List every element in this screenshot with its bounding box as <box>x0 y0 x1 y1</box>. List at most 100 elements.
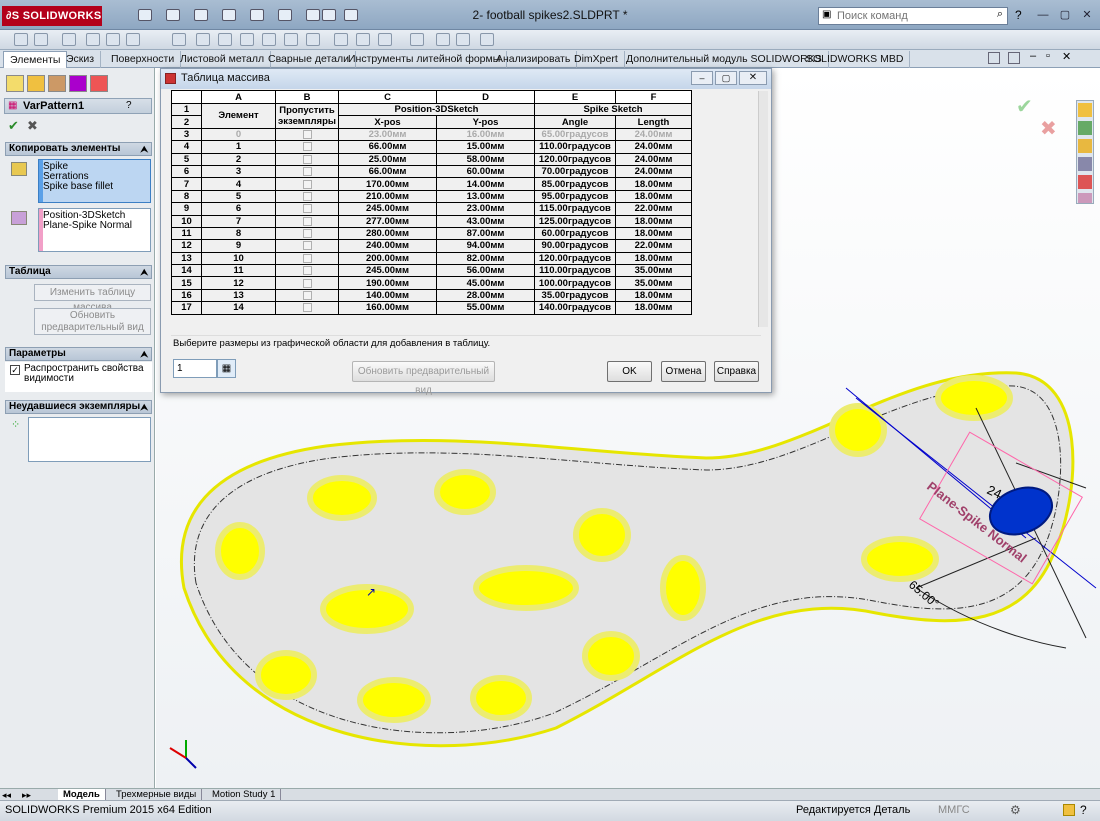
curves-icon[interactable] <box>356 33 370 46</box>
skip-instance-cell[interactable] <box>274 239 340 253</box>
collapse-chevron-icon[interactable]: ⮝ <box>140 143 148 155</box>
confirm-check-icon[interactable]: ✔ <box>1016 94 1033 119</box>
collapse-chevron-icon[interactable]: ⮝ <box>140 348 148 360</box>
length-cell[interactable]: 24.00мм <box>615 140 693 154</box>
display-manager-tab-icon[interactable] <box>90 75 108 92</box>
x-pos-cell[interactable]: 210.00мм <box>338 189 438 204</box>
element-cell[interactable]: 2 <box>201 152 276 166</box>
doc-close-icon[interactable]: ✕ <box>1062 50 1071 63</box>
x-pos-cell[interactable]: 245.00мм <box>338 202 438 216</box>
element-cell[interactable]: 5 <box>201 189 276 204</box>
help-icon[interactable]: ? <box>1080 803 1087 817</box>
length-cell[interactable]: 18.00мм <box>615 214 693 228</box>
column-header[interactable]: D <box>436 90 536 104</box>
skip-checkbox[interactable] <box>302 191 312 201</box>
x-pos-cell[interactable]: 66.00мм <box>338 164 438 179</box>
length-cell[interactable]: 35.00мм <box>615 264 693 278</box>
tab-mbd[interactable]: SOLIDWORKS MBD <box>800 51 911 68</box>
row-number[interactable]: 17 <box>171 301 202 315</box>
element-cell[interactable]: 0 <box>201 127 276 142</box>
y-pos-cell[interactable]: 82.00мм <box>436 251 536 266</box>
section-table[interactable]: Таблица ⮝ <box>5 265 152 279</box>
search-icon[interactable]: ⌕ <box>997 8 1003 21</box>
skip-checkbox[interactable] <box>302 204 312 214</box>
element-cell[interactable]: 6 <box>201 202 276 216</box>
skip-checkbox[interactable] <box>302 229 312 239</box>
angle-cell[interactable]: 35.00градусов <box>534 288 617 303</box>
length-cell[interactable]: 18.00мм <box>615 226 693 241</box>
skip-instance-cell[interactable] <box>274 288 340 303</box>
row-number[interactable]: 16 <box>171 288 202 303</box>
angle-cell[interactable]: 60.00градусов <box>534 226 617 241</box>
x-pos-cell[interactable]: 277.00мм <box>338 214 438 228</box>
skip-instance-cell[interactable] <box>274 127 340 142</box>
angle-cell[interactable]: 125.00градусов <box>534 214 617 228</box>
custom-properties-icon[interactable] <box>1078 193 1092 203</box>
tab-sheet-metal[interactable]: Листовой металл <box>174 51 272 68</box>
skip-checkbox[interactable] <box>302 179 312 189</box>
x-pos-cell[interactable]: 190.00мм <box>338 276 438 290</box>
x-pos-cell[interactable]: 25.00мм <box>338 152 438 166</box>
length-cell[interactable]: 18.00мм <box>615 177 693 191</box>
skip-checkbox[interactable] <box>302 266 312 276</box>
section-failed-instances[interactable]: Неудавшиеся экземпляры ⮝ <box>5 400 152 414</box>
column-header[interactable]: A <box>201 90 276 104</box>
help-button[interactable]: Справка <box>714 361 759 382</box>
angle-cell[interactable]: 110.00градусов <box>534 140 617 154</box>
y-pos-cell[interactable]: 56.00мм <box>436 264 536 278</box>
view-palette-icon[interactable] <box>1078 157 1092 171</box>
file-explorer-icon[interactable] <box>1078 139 1092 153</box>
dialog-close-button[interactable]: ✕ <box>739 71 767 85</box>
length-cell[interactable]: 18.00мм <box>615 301 693 315</box>
cancel-button[interactable]: Отмена <box>661 361 706 382</box>
features-to-pattern-list[interactable]: Spike Serrations Spike base fillet <box>38 159 151 203</box>
skip-checkbox[interactable] <box>302 167 312 177</box>
boundary-icon[interactable] <box>106 33 120 46</box>
element-cell[interactable]: 11 <box>201 264 276 278</box>
column-header[interactable]: B <box>274 90 340 104</box>
command-search[interactable]: ▣ ⌕ <box>818 7 1008 25</box>
row-number[interactable]: 8 <box>171 189 202 204</box>
feature-manager-tab-icon[interactable] <box>6 75 24 92</box>
angle-cell[interactable]: 115.00градусов <box>534 202 617 216</box>
configuration-tab-icon[interactable] <box>48 75 66 92</box>
skip-checkbox[interactable] <box>302 216 312 226</box>
row-number[interactable]: 7 <box>171 177 202 191</box>
skip-instance-cell[interactable] <box>274 214 340 228</box>
x-pos-cell[interactable]: 280.00мм <box>338 226 438 241</box>
intersect-icon[interactable] <box>436 33 450 46</box>
x-pos-cell[interactable]: 170.00мм <box>338 177 438 191</box>
reference-geometry-list[interactable]: Position-3DSketch Plane-Spike Normal <box>38 208 151 252</box>
collapse-chevron-icon[interactable]: ⮝ <box>140 266 148 278</box>
cancel-x-icon[interactable]: ✖ <box>1040 116 1057 141</box>
y-pos-cell[interactable]: 14.00мм <box>436 177 536 191</box>
length-cell[interactable]: 18.00мм <box>615 189 693 204</box>
doc-restore-icon[interactable]: ▫ <box>1046 50 1050 62</box>
skip-instance-cell[interactable] <box>274 189 340 204</box>
element-cell[interactable]: 7 <box>201 214 276 228</box>
y-pos-cell[interactable]: 15.00мм <box>436 140 536 154</box>
angle-cell[interactable]: 85.00градусов <box>534 177 617 191</box>
row-number[interactable]: 11 <box>171 226 202 241</box>
row-number[interactable]: 14 <box>171 264 202 278</box>
tab-sketch[interactable]: Эскиз <box>60 51 102 68</box>
row-number[interactable]: 13 <box>171 251 202 266</box>
appearances-icon[interactable] <box>1078 175 1092 189</box>
skip-instance-cell[interactable] <box>274 276 340 290</box>
skip-checkbox[interactable] <box>302 253 312 263</box>
length-cell[interactable]: 22.00мм <box>615 202 693 216</box>
column-header[interactable]: F <box>615 90 693 104</box>
x-pos-cell[interactable]: 245.00мм <box>338 264 438 278</box>
y-pos-cell[interactable]: 43.00мм <box>436 214 536 228</box>
skip-instance-cell[interactable] <box>274 177 340 191</box>
skip-instance-cell[interactable] <box>274 140 340 154</box>
tab-surfaces[interactable]: Поверхности <box>105 51 182 68</box>
collapse-chevron-icon[interactable]: ⮝ <box>140 401 148 413</box>
skip-checkbox[interactable] <box>302 291 312 301</box>
command-search-input[interactable] <box>819 8 989 24</box>
y-pos-cell[interactable]: 60.00мм <box>436 164 536 179</box>
section-copy-features[interactable]: Копировать элементы ⮝ <box>5 142 152 156</box>
y-pos-cell[interactable]: 23.00мм <box>436 202 536 216</box>
angle-cell[interactable]: 110.00градусов <box>534 264 617 278</box>
x-pos-cell[interactable]: 66.00мм <box>338 140 438 154</box>
